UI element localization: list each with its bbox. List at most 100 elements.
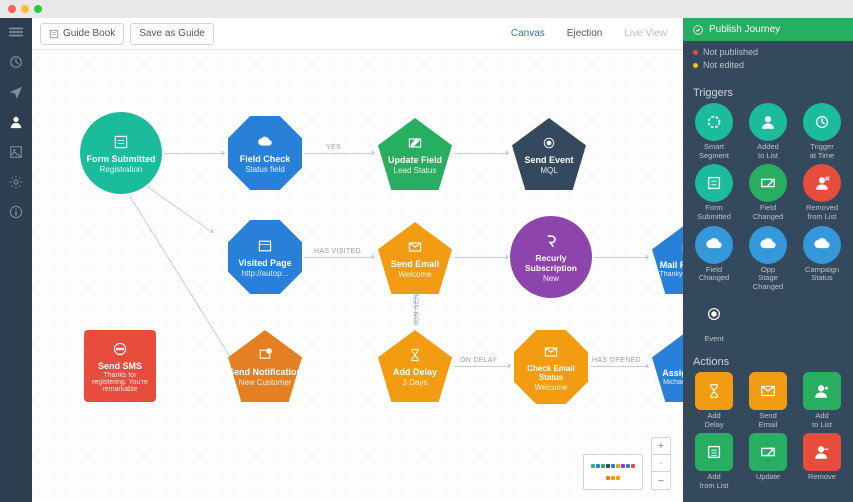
window-titlebar [0, 0, 853, 18]
panel-item-label: Send Email [759, 412, 778, 429]
panel-item[interactable]: Removed from List [797, 164, 847, 221]
panel-item-icon [695, 433, 733, 471]
panel-item-label: Field Changed [699, 266, 729, 283]
publish-button[interactable]: Publish Journey [683, 18, 853, 41]
node-mail-postcard[interactable]: Mail Postcard Thankyou postca... [652, 222, 683, 294]
save-as-guide-button[interactable]: Save as Guide [130, 23, 214, 45]
zoom-controls: + · − [651, 437, 671, 490]
node-field-check[interactable]: Field Check Status field [228, 116, 302, 190]
panel-item[interactable]: Opp Stage Changed [743, 226, 793, 292]
panel-item-label: Add to List [812, 412, 832, 429]
panel-item-icon [749, 372, 787, 410]
panel-item-label: Opp Stage Changed [743, 266, 793, 292]
notification-icon [256, 346, 274, 364]
panel-item-icon [749, 164, 787, 202]
panel-item[interactable]: Remove [797, 433, 847, 490]
arrow-label-on-send: ON SEND [414, 289, 421, 323]
guide-book-button[interactable]: Guide Book [40, 23, 124, 45]
arrow-label-yes: YES [326, 144, 341, 151]
publish-status: Not published Not edited [683, 41, 853, 79]
panel-item-icon [749, 226, 787, 264]
window-icon [256, 237, 274, 255]
panel-item-label: Event [704, 335, 723, 344]
canvas-tab[interactable]: Canvas [503, 23, 553, 45]
zoom-out-button[interactable]: − [652, 472, 670, 489]
cloud-icon [256, 133, 274, 151]
panel-item-label: Update [756, 473, 780, 482]
panel-item[interactable]: Send Email [743, 372, 793, 429]
triggers-heading: Triggers [683, 79, 853, 103]
minimap[interactable] [583, 454, 643, 490]
panel-item-label: Trigger at Time [810, 143, 835, 160]
panel-item-icon [695, 103, 733, 141]
node-send-sms[interactable]: Send SMS Thanks for registering. You're … [84, 330, 156, 402]
panel-item[interactable]: Update [743, 433, 793, 490]
zoom-in-button[interactable]: + [652, 438, 670, 455]
panel-item[interactable]: Campaign Status [797, 226, 847, 292]
panel-item-label: Add Delay [704, 412, 723, 429]
panel-item[interactable]: Add from List [689, 433, 739, 490]
hourglass-icon [406, 346, 424, 364]
panel-item-icon [695, 226, 733, 264]
check-icon [693, 25, 703, 35]
panel-item-icon [695, 372, 733, 410]
postcard-icon [680, 239, 683, 257]
panel-item-label: Remove [808, 473, 836, 482]
arrow [594, 257, 648, 258]
node-update-field[interactable]: Update Field Lead Status [378, 118, 452, 190]
node-send-notif[interactable]: Send Notification New Customer [228, 330, 302, 402]
panel-item-label: Add from List [700, 473, 729, 490]
node-assign-lead[interactable]: Assign Lead Michael Sharkey [652, 330, 683, 402]
arrow [304, 257, 374, 258]
node-visited-page[interactable]: Visited Page http://autop... [228, 220, 302, 294]
panel-item[interactable]: Trigger at Time [797, 103, 847, 160]
topbar: Guide Book Save as Guide Canvas Ejection… [32, 18, 683, 50]
panel-item[interactable]: Smart Segment [689, 103, 739, 160]
arrow-label-has-opened: HAS OPENED [592, 357, 641, 364]
traffic-light-min[interactable] [21, 5, 29, 13]
panel-item-label: Campaign Status [805, 266, 839, 283]
panel-item[interactable]: Added to List [743, 103, 793, 160]
badge-icon [540, 134, 558, 152]
form-icon [112, 133, 130, 151]
sidebar-info-icon[interactable] [8, 204, 24, 220]
arrow-label-has-visited: HAS VISITED [314, 248, 361, 255]
edit-icon [406, 134, 424, 152]
status-dot-red [693, 50, 698, 55]
traffic-light-close[interactable] [8, 5, 16, 13]
sidebar-clock-icon[interactable] [8, 54, 24, 70]
node-form-submitted[interactable]: Form Submitted Registration [80, 112, 162, 194]
zoom-reset-button[interactable]: · [652, 455, 670, 472]
panel-item[interactable]: Field Changed [743, 164, 793, 221]
user-icon [680, 347, 683, 365]
panel-item-icon [749, 433, 787, 471]
node-recurly[interactable]: Recurly Subscription New [510, 216, 592, 298]
panel-item-label: Added to List [757, 143, 779, 160]
sidebar-send-icon[interactable] [8, 84, 24, 100]
sidebar-image-icon[interactable] [8, 144, 24, 160]
sidebar-menu-icon[interactable] [8, 24, 24, 40]
panel-item-icon [695, 295, 733, 333]
sidebar-gear-icon[interactable] [8, 174, 24, 190]
arrow [147, 186, 213, 233]
node-check-email[interactable]: Check Email Status Welcome [514, 330, 588, 404]
panel-item[interactable]: Form Submitted [689, 164, 739, 221]
ejection-tab[interactable]: Ejection [559, 23, 611, 45]
canvas[interactable]: Form Submitted Registration Field Check … [32, 50, 683, 502]
panel-item-icon [803, 103, 841, 141]
panel-item[interactable]: Add to List [797, 372, 847, 429]
sidebar-user-icon[interactable] [8, 114, 24, 130]
panel-item-icon [749, 103, 787, 141]
node-send-email[interactable]: Send Email Welcome [378, 222, 452, 294]
envelope-icon [406, 238, 424, 256]
panel-item[interactable]: Field Changed [689, 226, 739, 292]
arrow [454, 153, 508, 154]
left-sidebar [0, 18, 32, 502]
panel-item[interactable]: Add Delay [689, 372, 739, 429]
recurly-icon [542, 232, 560, 250]
panel-item[interactable]: Event [689, 295, 739, 344]
node-add-delay[interactable]: Add Delay 3 Days [378, 330, 452, 402]
node-send-event[interactable]: Send Event MQL [512, 118, 586, 190]
traffic-light-max[interactable] [34, 5, 42, 13]
status-dot-yellow [693, 63, 698, 68]
